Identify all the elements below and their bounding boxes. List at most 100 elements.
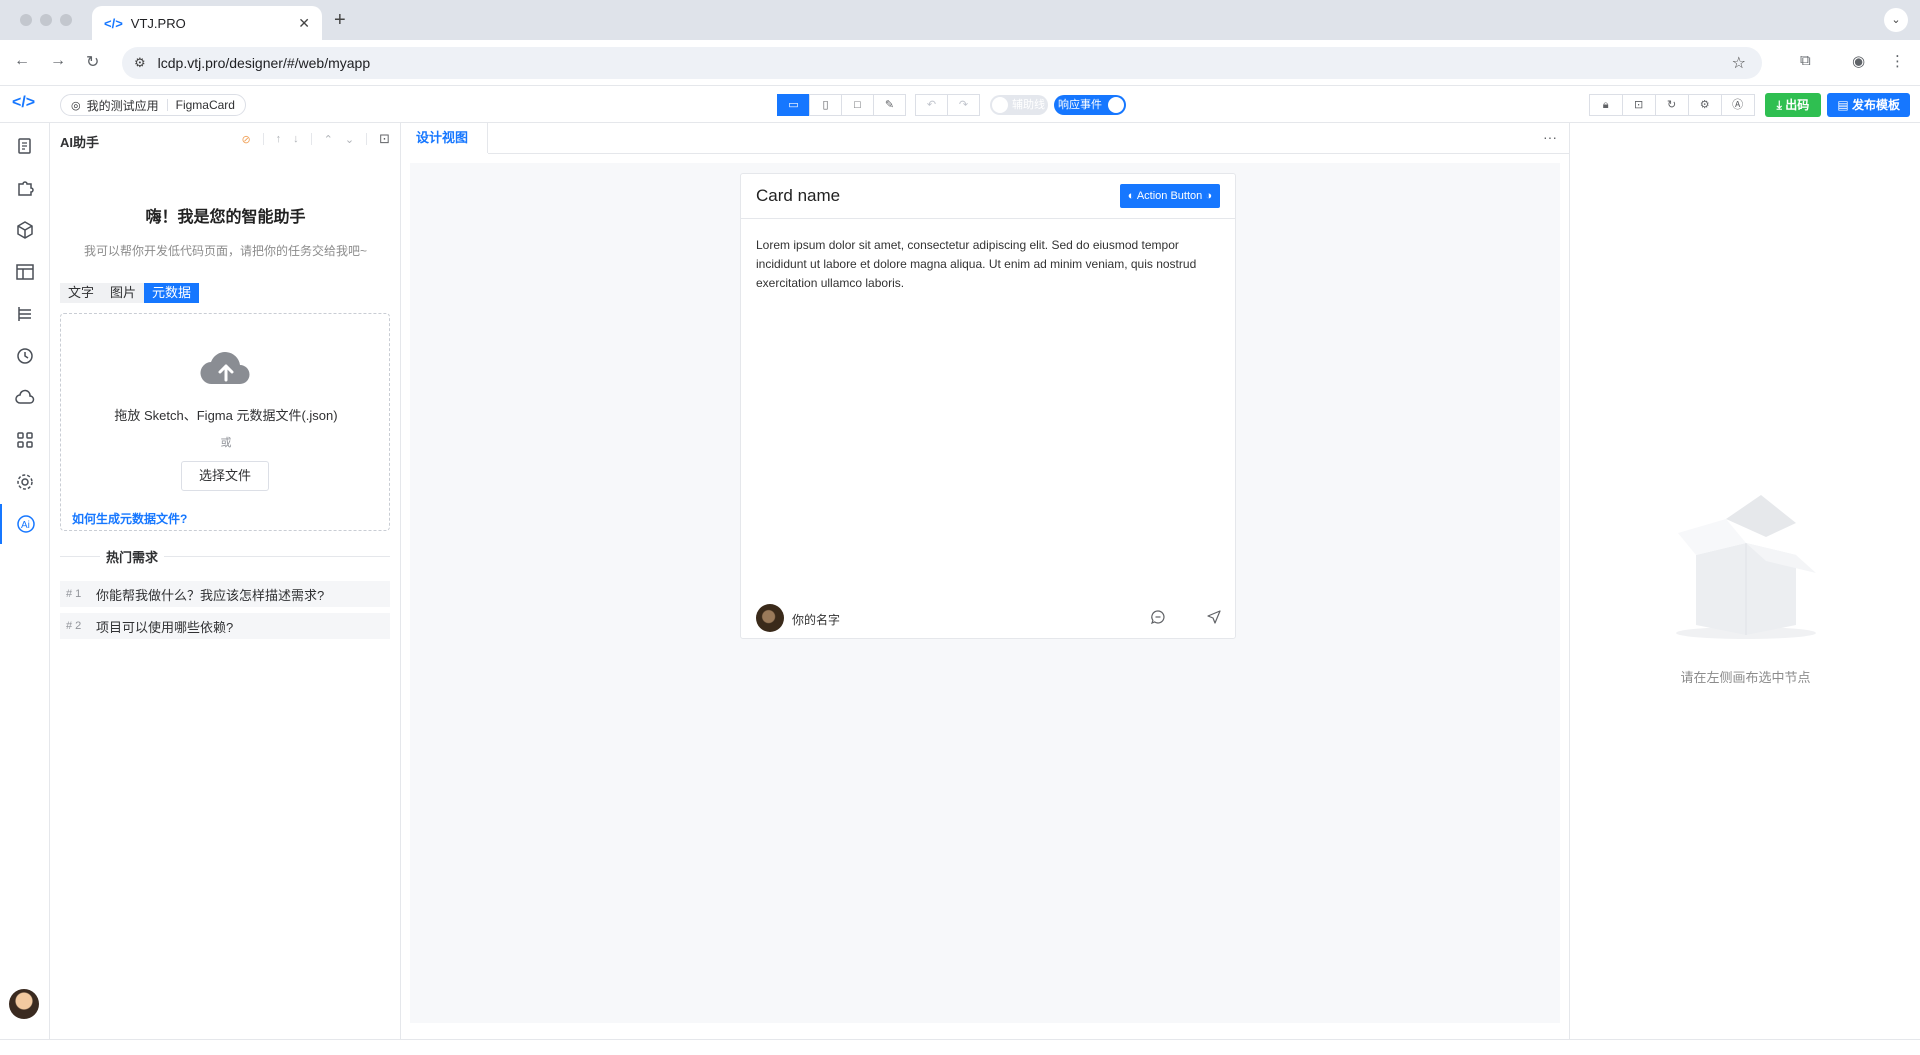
response-event-label: 响应事件 <box>1058 99 1102 111</box>
ai-subtitle: 我可以帮你开发低代码页面，请把你的任务交给我吧~ <box>83 244 367 258</box>
layout-icon[interactable] <box>0 252 50 292</box>
api-cloud-icon[interactable] <box>0 378 50 418</box>
choose-file-button[interactable]: 选择文件 <box>181 461 269 491</box>
tab-image[interactable]: 图片 <box>102 283 145 303</box>
forward-icon[interactable]: → <box>50 52 66 70</box>
aux-line-switch[interactable]: 辅助线 <box>990 95 1048 115</box>
action-button[interactable]: ◐ Action Button ◑ <box>1119 184 1220 208</box>
hot-item-text: 你能帮我做什么？我应该怎样描述需求? <box>96 587 325 603</box>
bookmark-star-icon[interactable]: ☆ <box>1732 53 1746 73</box>
browser-tab[interactable]: </> VTJ.PRO ✕ <box>92 6 322 40</box>
metadata-dropzone[interactable]: 拖放 Sketch、Figma 元数据文件(.json) 或 选择文件 如何生成… <box>60 313 390 531</box>
mobile-view-icon[interactable]: ▯ <box>809 94 842 116</box>
author-avatar <box>756 604 784 632</box>
panel-title: AI助手 <box>60 135 100 150</box>
response-event-switch[interactable]: 响应事件 <box>1054 95 1126 115</box>
window-zoom-dot[interactable] <box>60 14 72 26</box>
send-icon[interactable] <box>1206 609 1222 628</box>
code-icon: </> <box>104 15 123 31</box>
refresh-icon[interactable]: ↻ <box>1654 94 1689 116</box>
url-field[interactable]: ⚙ lcdp.vtj.pro/designer/#/web/myapp ☆ <box>122 47 1762 79</box>
figma-card[interactable]: Card name ◐ Action Button ◑ Lorem ipsum … <box>740 173 1236 639</box>
breadcrumb[interactable]: ◎ 我的测试应用 FigmaCard <box>60 94 246 116</box>
breadcrumb-page[interactable]: FigmaCard <box>176 98 235 112</box>
comment-icon[interactable] <box>1150 609 1166 628</box>
help-link[interactable]: 如何生成元数据文件? <box>72 510 187 527</box>
card-footer: 你的名字 <box>756 604 1222 634</box>
card-title: Card name <box>756 186 841 205</box>
arrow-down-icon[interactable]: ↓ <box>293 133 299 145</box>
ai-icon[interactable]: Ⓐ <box>1720 94 1755 116</box>
browser-tab-title: VTJ.PRO <box>130 15 186 31</box>
ai-assistant-icon[interactable]: Ai <box>0 504 50 544</box>
puzzle-icon[interactable] <box>0 168 50 208</box>
or-text: 或 <box>220 437 232 449</box>
close-icon[interactable]: ✕ <box>298 15 310 32</box>
desktop-view-icon[interactable]: ▭ <box>777 94 810 116</box>
export-code-button[interactable]: ⤓ 出码 <box>1764 93 1822 117</box>
tab-metadata[interactable]: 元数据 <box>144 283 200 303</box>
window-minimize-dot[interactable] <box>40 14 52 26</box>
mode-tabs: 文字 图片 元数据 <box>60 283 200 303</box>
design-canvas[interactable]: Card name ◐ Action Button ◑ Lorem ipsum … <box>410 163 1560 1023</box>
app-icon: ◎ <box>71 99 81 112</box>
settings-icon[interactable]: ⚙ <box>1687 94 1722 116</box>
ai-assistant-panel: AI助手 ⊘ ↑ ↓ ⌃ ⌄ ⊡ 嗨！我是您的智能助手 我可以帮你开发低代码页面… <box>50 123 401 1039</box>
scan-icon[interactable]: ⊡ <box>1621 94 1656 116</box>
undo-icon[interactable]: ↶ <box>915 94 948 116</box>
outline-tree-icon[interactable] <box>0 294 50 334</box>
back-icon[interactable]: ← <box>14 52 30 70</box>
redo-icon[interactable]: ↷ <box>947 94 980 116</box>
chevron-down-icon[interactable]: ⌄ <box>1884 8 1908 32</box>
browser-tab-bar: </> VTJ.PRO ✕ + ⌄ <box>0 0 1920 40</box>
hot-item-number: # 1 <box>66 588 82 600</box>
history-panel-icon[interactable]: ⊡ <box>379 131 390 147</box>
hot-title-text: 热门需求 <box>100 547 165 566</box>
new-tab-button[interactable]: + <box>334 9 346 32</box>
extensions-icon[interactable]: ⧉ <box>1800 52 1811 69</box>
breadcrumb-app[interactable]: 我的测试应用 <box>87 97 159 114</box>
action-right-icon: ◑ <box>1205 190 1212 202</box>
lock-icon[interactable]: 🔒︎ <box>1588 94 1623 116</box>
chevron-up-icon[interactable]: ⌃ <box>324 133 333 146</box>
empty-selection-text: 请在左侧画布选中节点 <box>1680 670 1811 685</box>
cloud-upload-icon <box>200 352 250 385</box>
export-label: 出码 <box>1785 98 1810 112</box>
breadcrumb-separator <box>166 99 168 111</box>
tab-design-view[interactable]: 设计视图 <box>402 123 488 153</box>
app-toolbar: </> ◎ 我的测试应用 FigmaCard ▭ ▯ □ ✎ ↶ ↷ 辅助线 响… <box>0 86 1920 123</box>
properties-panel: 请在左侧画布选中节点 <box>1569 123 1920 1039</box>
chevron-down-icon[interactable]: ⌄ <box>345 133 354 146</box>
gear-icon[interactable] <box>0 462 50 502</box>
reload-icon[interactable]: ↻ <box>86 52 99 72</box>
more-icon[interactable]: ··· <box>1543 129 1557 145</box>
menu-icon[interactable]: ⋮ <box>1890 52 1905 70</box>
site-settings-icon[interactable]: ⚙ <box>134 55 146 71</box>
tab-text[interactable]: 文字 <box>60 283 103 303</box>
right-toolbar: 🔒︎ ⊡ ↻ ⚙ Ⓐ ⤓ 出码 ▤ 发布模板 <box>1588 93 1910 117</box>
publish-label: 发布模板 <box>1851 98 1900 112</box>
user-avatar[interactable] <box>9 989 39 1019</box>
panel-tools: ⊘ ↑ ↓ ⌃ ⌄ ⊡ <box>241 131 390 147</box>
address-bar: ← → ↻ ⚙ lcdp.vtj.pro/designer/#/web/myap… <box>0 40 1920 86</box>
cube-icon[interactable] <box>0 210 50 250</box>
hot-request-item[interactable]: # 2 项目可以使用哪些依赖? <box>60 613 390 639</box>
design-view: 设计视图 ··· Card name ◐ Action Button ◑ Lor… <box>402 123 1569 1039</box>
action-button-label: Action Button <box>1136 190 1203 202</box>
ai-greeting: 嗨！我是您的智能助手 <box>145 209 306 226</box>
hot-item-text: 项目可以使用哪些依赖? <box>96 619 234 635</box>
author-name: 你的名字 <box>792 613 841 627</box>
arrow-up-icon[interactable]: ↑ <box>276 133 282 145</box>
pen-icon[interactable]: ✎ <box>873 94 906 116</box>
publish-template-button[interactable]: ▤ 发布模板 <box>1827 93 1910 117</box>
pages-icon[interactable] <box>0 126 50 166</box>
window-close-dot[interactable] <box>20 14 32 26</box>
tablet-view-icon[interactable]: □ <box>841 94 874 116</box>
profile-icon[interactable]: ◉ <box>1852 52 1865 70</box>
hide-icon[interactable]: ⊘ <box>241 133 250 146</box>
apps-grid-icon[interactable] <box>0 420 50 460</box>
hot-request-item[interactable]: # 1 你能帮我做什么？我应该怎样描述需求? <box>60 581 390 607</box>
vtj-logo[interactable]: </> <box>12 94 35 112</box>
svg-text:Ai: Ai <box>21 520 30 531</box>
history-icon[interactable] <box>0 336 50 376</box>
